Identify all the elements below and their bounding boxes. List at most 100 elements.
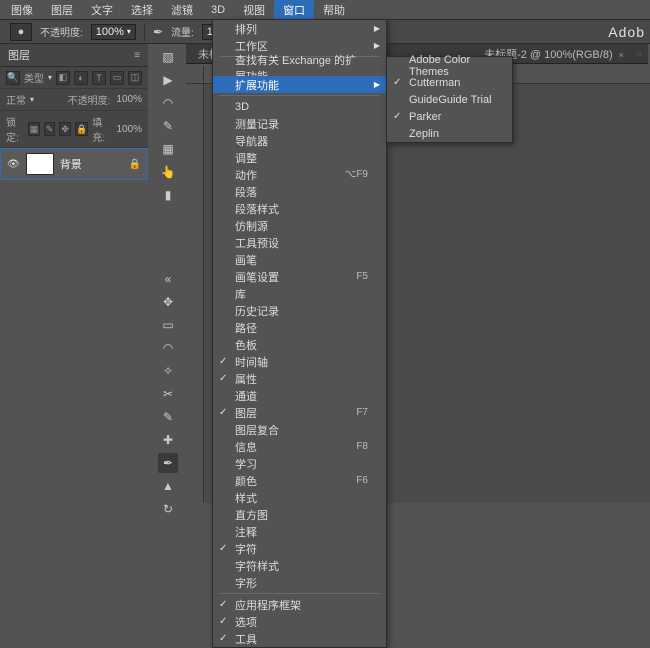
check-icon: ✓ — [219, 599, 227, 610]
collapse-icon[interactable]: « — [158, 269, 178, 289]
menu-item[interactable]: 排列 ▶ — [213, 20, 386, 37]
menu-item[interactable]: 段落 — [213, 183, 386, 200]
menu-item[interactable]: 3D — [213, 98, 386, 115]
menu-item[interactable]: ✓属性 — [213, 370, 386, 387]
menu-item[interactable]: 导航器 — [213, 132, 386, 149]
menu-item[interactable]: 历史记录 — [213, 302, 386, 319]
tool-preset-icon[interactable]: ● — [10, 23, 32, 41]
menu-item[interactable]: 动作⌥F9 — [213, 166, 386, 183]
close-icon[interactable]: × — [619, 50, 624, 60]
menu-item[interactable]: 字形 — [213, 574, 386, 591]
menu-item[interactable]: 测量记录 — [213, 115, 386, 132]
marquee-tool-icon[interactable]: ▭ — [158, 315, 178, 335]
menu-item[interactable]: 仿制源 — [213, 217, 386, 234]
lock-transparent-icon[interactable]: ▦ — [28, 122, 40, 136]
panel-menu-icon[interactable]: ≡ — [134, 50, 140, 61]
heal-tool-icon[interactable]: ✚ — [158, 430, 178, 450]
vertical-ruler[interactable] — [186, 84, 204, 503]
menu-item-label: 排列 — [235, 21, 257, 37]
check-icon: ✓ — [219, 407, 227, 418]
menu-item[interactable]: 颜色F6 — [213, 472, 386, 489]
menu-item[interactable]: 色板 — [213, 336, 386, 353]
menu-layer[interactable]: 图层 — [42, 0, 82, 20]
menu-item[interactable]: 查找有关 Exchange 的扩展功能... — [213, 59, 386, 76]
move-tool-icon[interactable]: ✥ — [158, 292, 178, 312]
submenu-arrow-icon: ▶ — [374, 24, 380, 33]
filter-shape-icon[interactable]: ▭ — [110, 71, 124, 85]
grid-icon[interactable]: ▦ — [158, 139, 178, 159]
menu-item[interactable]: 学习 — [213, 455, 386, 472]
menu-item[interactable]: 调整 — [213, 149, 386, 166]
layer-opacity-input[interactable]: 100% — [116, 94, 142, 105]
menu-item[interactable]: 画笔 — [213, 251, 386, 268]
menu-item[interactable]: 画笔设置F5 — [213, 268, 386, 285]
stamp-tool-icon[interactable]: ▲ — [158, 476, 178, 496]
menu-item[interactable]: ✓选项 — [213, 613, 386, 630]
menu-item[interactable]: 扩展功能▶ — [213, 76, 386, 93]
menu-item[interactable]: 信息F8 — [213, 438, 386, 455]
menu-item[interactable]: ✓Cutterman — [387, 74, 512, 91]
filter-text-icon[interactable]: T — [92, 71, 106, 85]
filter-smart-icon[interactable]: ◫ — [128, 71, 142, 85]
menu-item[interactable]: 通道 — [213, 387, 386, 404]
menu-item[interactable]: ✓应用程序框架 — [213, 596, 386, 613]
pressure-opacity-icon[interactable]: ✒ — [153, 25, 163, 39]
opacity-input[interactable]: 100%▾ — [91, 24, 136, 40]
move-tool-icon[interactable]: ▶ — [158, 70, 178, 90]
menu-filter[interactable]: 滤镜 — [162, 0, 202, 20]
menu-view[interactable]: 视图 — [234, 0, 274, 20]
menu-item[interactable]: 图层复合 — [213, 421, 386, 438]
lock-position-icon[interactable]: ✥ — [59, 122, 71, 136]
menu-select[interactable]: 选择 — [122, 0, 162, 20]
check-icon: ✓ — [219, 373, 227, 384]
menu-item[interactable]: ✓Parker — [387, 108, 512, 125]
pen-tool-icon[interactable]: ✎ — [158, 116, 178, 136]
history-brush-icon[interactable]: ↻ — [158, 499, 178, 519]
menu-item[interactable]: 路径 — [213, 319, 386, 336]
menu-item[interactable]: ✓时间轴 — [213, 353, 386, 370]
filter-adjust-icon[interactable]: ◐ — [74, 71, 88, 85]
menu-item[interactable]: 字符样式 — [213, 557, 386, 574]
menu-item-label: GuideGuide Trial — [409, 94, 492, 106]
layer-list: 👁 背景 🔒 — [0, 148, 148, 180]
menu-item-label: 时间轴 — [235, 354, 268, 370]
layer-row[interactable]: 👁 背景 🔒 — [0, 148, 148, 180]
smudge-tool-icon[interactable]: 👆 — [158, 162, 178, 182]
bucket-tool-icon[interactable]: ▮ — [158, 185, 178, 205]
lock-all-icon[interactable]: 🔒 — [75, 122, 88, 136]
menu-item[interactable]: ✓字符 — [213, 540, 386, 557]
visibility-icon[interactable]: 👁 — [7, 159, 20, 170]
menu-item[interactable]: ✓图层F7 — [213, 404, 386, 421]
menu-item[interactable]: 注释 — [213, 523, 386, 540]
menu-item[interactable]: Adobe Color Themes — [387, 57, 512, 74]
tab-overflow-icon[interactable]: » — [636, 48, 642, 60]
pattern-icon[interactable]: ▧ — [158, 47, 178, 67]
lock-image-icon[interactable]: ✎ — [44, 122, 56, 136]
menu-item[interactable]: GuideGuide Trial — [387, 91, 512, 108]
layers-tab[interactable]: 图层 ≡ — [0, 44, 148, 67]
menu-item[interactable]: 样式 — [213, 489, 386, 506]
menu-item[interactable]: 段落样式 — [213, 200, 386, 217]
menu-3d[interactable]: 3D — [202, 2, 234, 18]
filter-pixel-icon[interactable]: ◧ — [56, 71, 70, 85]
menu-item[interactable]: 工具预设 — [213, 234, 386, 251]
filter-kind-label[interactable]: 类型 — [24, 70, 44, 85]
lasso-tool-icon[interactable]: ◠ — [158, 338, 178, 358]
menu-help[interactable]: 帮助 — [314, 0, 354, 20]
crop-tool-icon[interactable]: ✂ — [158, 384, 178, 404]
wand-tool-icon[interactable]: ✧ — [158, 361, 178, 381]
eyedropper-tool-icon[interactable]: ✎ — [158, 407, 178, 427]
blend-mode-select[interactable]: 正常 — [6, 92, 26, 107]
menu-item[interactable]: 直方图 — [213, 506, 386, 523]
menu-item[interactable]: ✓工具 — [213, 630, 386, 647]
menu-window[interactable]: 窗口 — [274, 0, 314, 20]
menu-item[interactable]: Zeplin — [387, 125, 512, 142]
layer-thumbnail[interactable] — [26, 153, 54, 175]
menu-item[interactable]: 库 — [213, 285, 386, 302]
fill-input[interactable]: 100% — [116, 124, 142, 135]
lasso-tool-icon[interactable]: ◠ — [158, 93, 178, 113]
menu-image[interactable]: 图像 — [2, 0, 42, 20]
brush-tool-icon[interactable]: ✒ — [158, 453, 178, 473]
search-icon[interactable]: 🔍 — [6, 71, 20, 85]
menu-text[interactable]: 文字 — [82, 0, 122, 20]
